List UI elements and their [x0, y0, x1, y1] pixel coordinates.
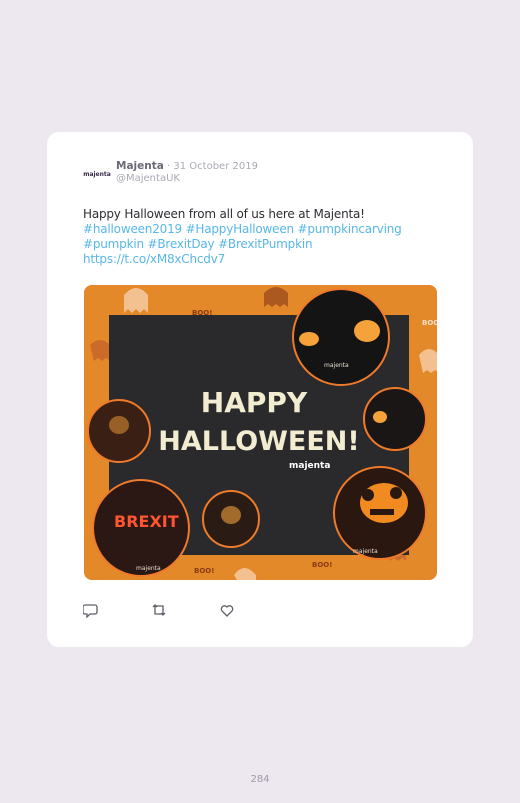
tweet-card: majenta Majenta · 31 October 2019 @Majen… — [47, 132, 473, 647]
pumpkin-brand: majenta — [136, 565, 161, 572]
tweet-actions — [83, 602, 287, 618]
boo-text: BOO! — [422, 319, 437, 327]
reply-icon[interactable] — [83, 602, 99, 618]
brand-text: majenta — [289, 461, 330, 471]
pumpkin-brand: majenta — [353, 548, 378, 555]
headline-line1: HAPPY — [201, 386, 308, 419]
boo-text: BOO! — [312, 561, 332, 569]
heart-icon[interactable] — [219, 602, 235, 618]
separator: · — [163, 161, 174, 172]
author-handle[interactable]: @MajentaUK — [116, 173, 258, 185]
tweet-text-line: Happy Halloween from all of us here at M… — [83, 207, 365, 221]
retweet-icon[interactable] — [151, 602, 167, 618]
tweet-media-image[interactable]: BOO! BOO! BOO! BOO! HAPPY HALLOWEEN! maj… — [84, 285, 437, 580]
boo-text: BOO! — [194, 567, 214, 575]
hashtags-line[interactable]: #halloween2019 #HappyHalloween #pumpkinc… — [83, 222, 423, 237]
page-number: 284 — [250, 774, 270, 785]
headline-line2: HALLOWEEN! — [158, 426, 359, 457]
author-avatar[interactable]: majenta — [83, 160, 111, 188]
pumpkin-word: BREXIT — [114, 512, 179, 531]
tweet-header: majenta Majenta · 31 October 2019 @Majen… — [83, 160, 258, 188]
tweet-link[interactable]: https://t.co/xM8xChcdv7 — [83, 252, 423, 267]
pumpkin-brand: majenta — [324, 362, 349, 369]
tweet-text: Happy Halloween from all of us here at M… — [83, 207, 423, 267]
hashtags-line[interactable]: #pumpkin #BrexitDay #BrexitPumpkin — [83, 237, 423, 252]
halloween-image: BOO! BOO! BOO! BOO! HAPPY HALLOWEEN! maj… — [84, 285, 437, 580]
boo-text: BOO! — [192, 309, 212, 317]
tweet-date[interactable]: 31 October 2019 — [173, 161, 258, 172]
author-meta: Majenta · 31 October 2019 @MajentaUK — [116, 160, 258, 188]
author-name[interactable]: Majenta — [116, 160, 164, 172]
